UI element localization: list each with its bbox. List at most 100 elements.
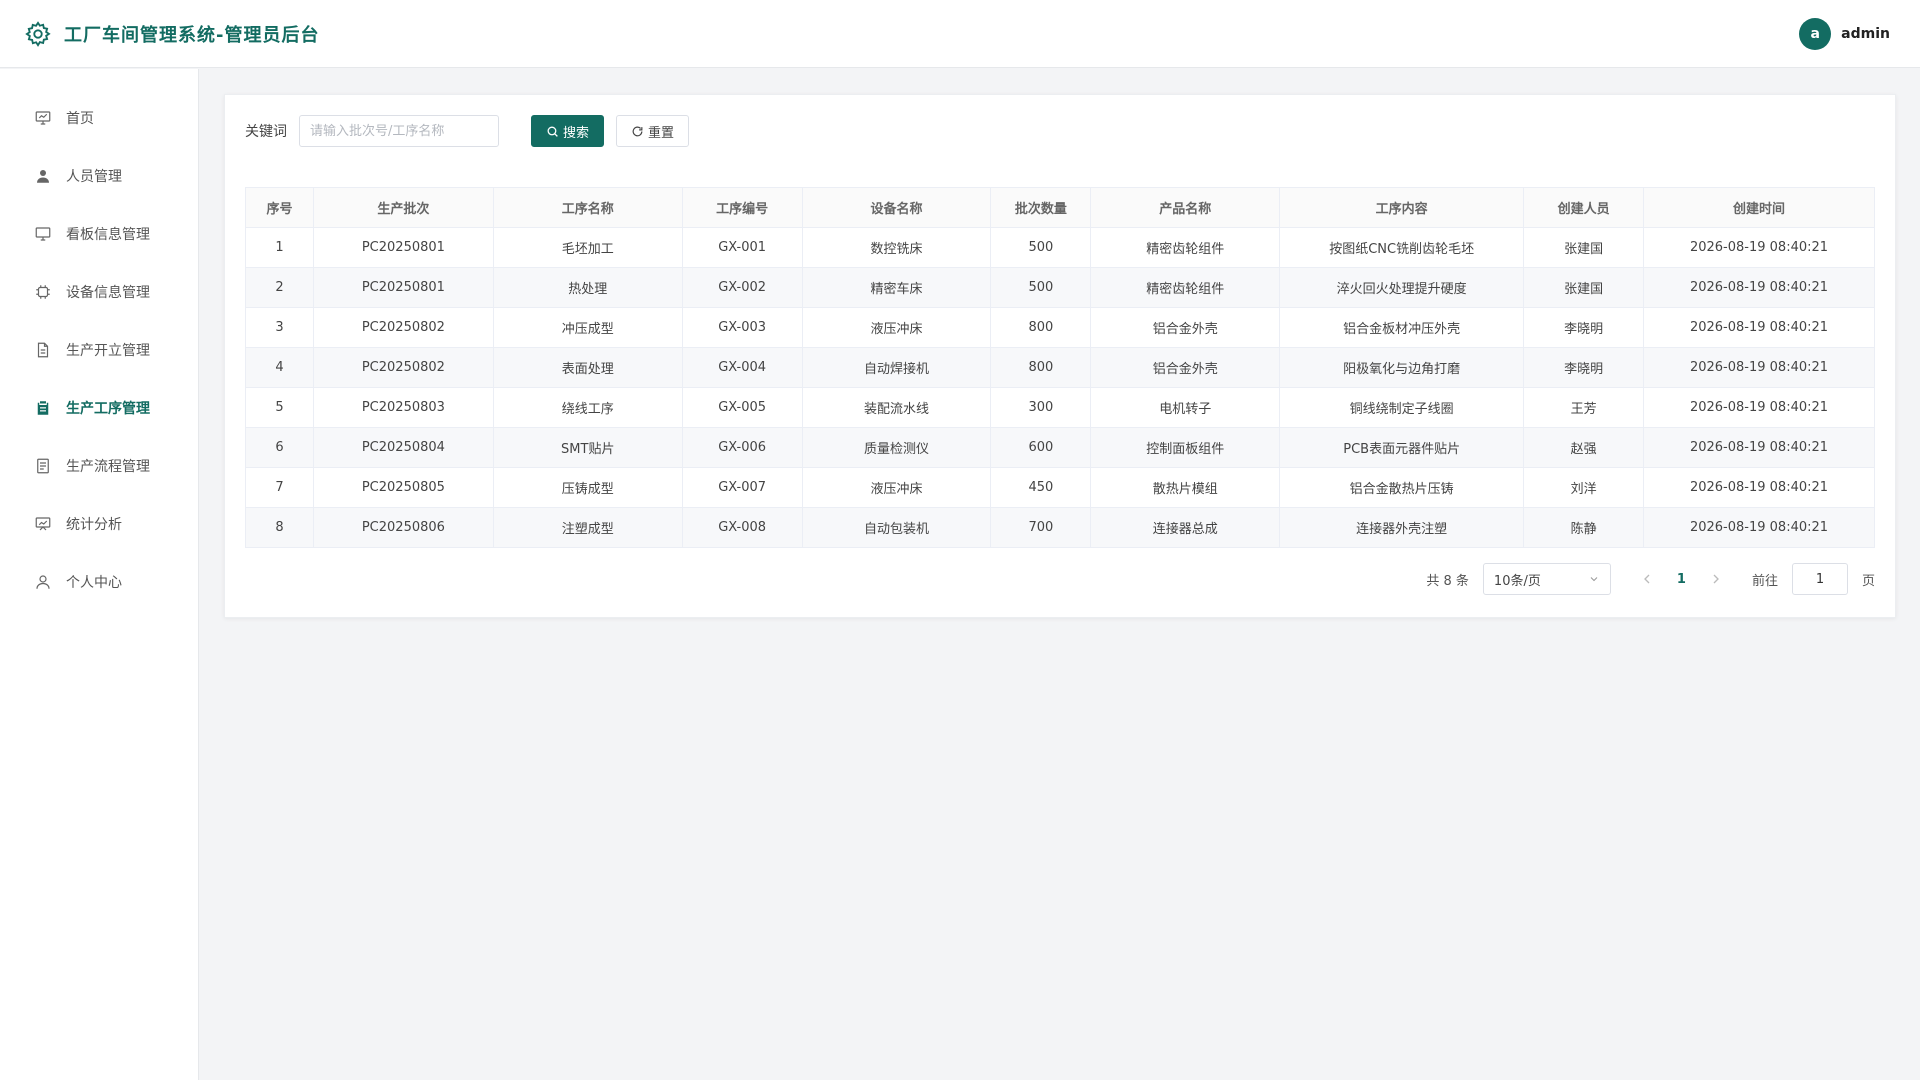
table-cell: 散热片模组 [1090,467,1281,508]
table-row[interactable]: 8 PC20250806 注塑成型 GX-008 自动包装机 700 连接器总成 连接器外壳注… [245,507,1875,548]
table-cell: PC20250803 [312,387,494,428]
table-cell: 600 [990,427,1092,468]
table-row[interactable]: 5 PC20250803 绕线工序 GX-005 装配流水线 300 电机转子 铜线绕制定子线… [245,387,1875,428]
table-cell: 淬火回火处理提升硬度 [1279,267,1525,308]
table-cell: 6 [245,427,314,468]
column-header: 工序名称 [492,187,683,228]
process-table: 序号 生产批次 工序名称 工序编号 设备名称 批次数量 产品名称 工序内容 创建… [245,187,1875,548]
table-cell: 1 [245,227,314,268]
table-cell: 2 [245,267,314,308]
sidebar-item-personnel[interactable]: 人员管理 [0,147,198,205]
table-cell: 5 [245,387,314,428]
table-cell: 张建国 [1523,227,1645,268]
table-cell: 连接器外壳注塑 [1279,507,1525,548]
sidebar-item-dashboard-info[interactable]: 看板信息管理 [0,205,198,263]
table-cell: 质量检测仪 [801,427,992,468]
page-number-current[interactable]: 1 [1669,572,1694,587]
table-cell: 连接器总成 [1090,507,1281,548]
table-cell: 李晓明 [1523,307,1645,348]
table-cell: PC20250802 [312,307,494,348]
table-cell: 2026-08-19 08:40:21 [1643,227,1875,268]
table-cell: 自动焊接机 [801,347,992,388]
table-cell: 2026-08-19 08:40:21 [1643,267,1875,308]
user-menu[interactable]: a admin [1799,17,1890,50]
table-cell: 李晓明 [1523,347,1645,388]
table-cell: 2026-08-19 08:40:21 [1643,347,1875,388]
table-row[interactable]: 3 PC20250802 冲压成型 GX-003 液压冲床 800 铝合金外壳 铝合金板材冲压… [245,307,1875,348]
table-cell: 8 [245,507,314,548]
table-cell: PC20250805 [312,467,494,508]
sidebar-item-label: 生产流程管理 [66,459,150,475]
table-cell: 铝合金散热片压铸 [1279,467,1525,508]
clipboard-icon [37,401,49,415]
table-cell: 控制面板组件 [1090,427,1281,468]
table-cell: 800 [990,347,1092,388]
goto-label: 前往 [1751,573,1778,589]
table-cell: 2026-08-19 08:40:21 [1643,307,1875,348]
search-input[interactable] [299,115,499,147]
sidebar-item-label: 统计分析 [66,517,122,533]
table-cell: SMT贴片 [492,427,683,468]
chevron-right-icon[interactable] [1708,571,1724,587]
column-header: 工序编号 [681,187,803,228]
sidebar: 首页 人员管理 看板信息管理 设备信息管理 生产开立管理 生产工序管理 生产流程… [0,69,199,1080]
table-cell: 王芳 [1523,387,1645,428]
table-cell: 毛坯加工 [492,227,683,268]
search-icon [547,126,558,137]
gear-icon [25,20,51,47]
page-size-select[interactable]: 10条/页 [1482,563,1611,595]
reset-button[interactable]: 重置 [616,115,690,147]
sidebar-item-equipment[interactable]: 设备信息管理 [0,263,198,321]
table-cell: 3 [245,307,314,348]
search-button[interactable]: 搜索 [531,115,605,147]
sidebar-item-statistics[interactable]: 统计分析 [0,495,198,553]
table-cell: 2026-08-19 08:40:21 [1643,427,1875,468]
table-row[interactable]: 7 PC20250805 压铸成型 GX-007 液压冲床 450 散热片模组 铝合金散热片压… [245,467,1875,508]
table-cell: 刘洋 [1523,467,1645,508]
goto-page-input[interactable] [1791,563,1848,595]
user-solid-icon [37,170,49,183]
table-cell: 压铸成型 [492,467,683,508]
table-cell: 冲压成型 [492,307,683,348]
sidebar-item-label: 设备信息管理 [66,285,150,301]
sidebar-item-home[interactable]: 首页 [0,89,198,147]
sidebar-item-production-order[interactable]: 生产开立管理 [0,321,198,379]
column-header: 序号 [245,187,314,228]
table-cell: PC20250801 [312,227,494,268]
table-cell: 2026-08-19 08:40:21 [1643,507,1875,548]
reset-button-label: 重置 [648,125,675,141]
table-row[interactable]: 6 PC20250804 SMT贴片 GX-006 质量检测仪 600 控制面板组件 PCB表… [245,427,1875,468]
sidebar-item-profile[interactable]: 个人中心 [0,553,198,611]
list-document-icon [37,458,49,474]
table-cell: 张建国 [1523,267,1645,308]
table-cell: 800 [990,307,1092,348]
presentation-chart-icon [35,111,51,125]
table-row[interactable]: 4 PC20250802 表面处理 GX-004 自动焊接机 800 铝合金外壳 阳极氧化与边… [245,347,1875,388]
username[interactable]: admin [1841,26,1890,42]
refresh-icon [632,126,643,136]
table-cell: GX-006 [681,427,803,468]
brand: 工厂车间管理系统-管理员后台 [24,20,319,48]
table-cell: GX-005 [681,387,803,428]
chevron-left-icon[interactable] [1639,571,1655,587]
search-label: 关键词 [245,124,287,140]
table-row[interactable]: 2 PC20250801 热处理 GX-002 精密车床 500 精密齿轮组件 淬火回火处理提… [245,267,1875,308]
avatar[interactable]: a [1799,17,1832,50]
table-cell: 450 [990,467,1092,508]
table-cell: 精密齿轮组件 [1090,227,1281,268]
sidebar-item-label: 生产开立管理 [66,343,150,359]
sidebar-item-label: 个人中心 [66,575,122,591]
table-cell: 阳极氧化与边角打磨 [1279,347,1525,388]
table-cell: GX-008 [681,507,803,548]
chevron-down-icon [1590,577,1598,582]
sidebar-item-process[interactable]: 生产工序管理 [0,379,198,437]
table-cell: PC20250806 [312,507,494,548]
pagination: 共 8 条 10条/页 1 前往 页 [1426,563,1875,595]
table-row[interactable]: 1 PC20250801 毛坯加工 GX-001 数控铣床 500 精密齿轮组件 按图纸CNC… [245,227,1875,268]
column-header: 创建人员 [1523,187,1645,228]
table-cell: 铝合金外壳 [1090,347,1281,388]
table-cell: 700 [990,507,1092,548]
table-cell: 陈静 [1523,507,1645,548]
sidebar-item-workflow[interactable]: 生产流程管理 [0,437,198,495]
table-cell: 数控铣床 [801,227,992,268]
